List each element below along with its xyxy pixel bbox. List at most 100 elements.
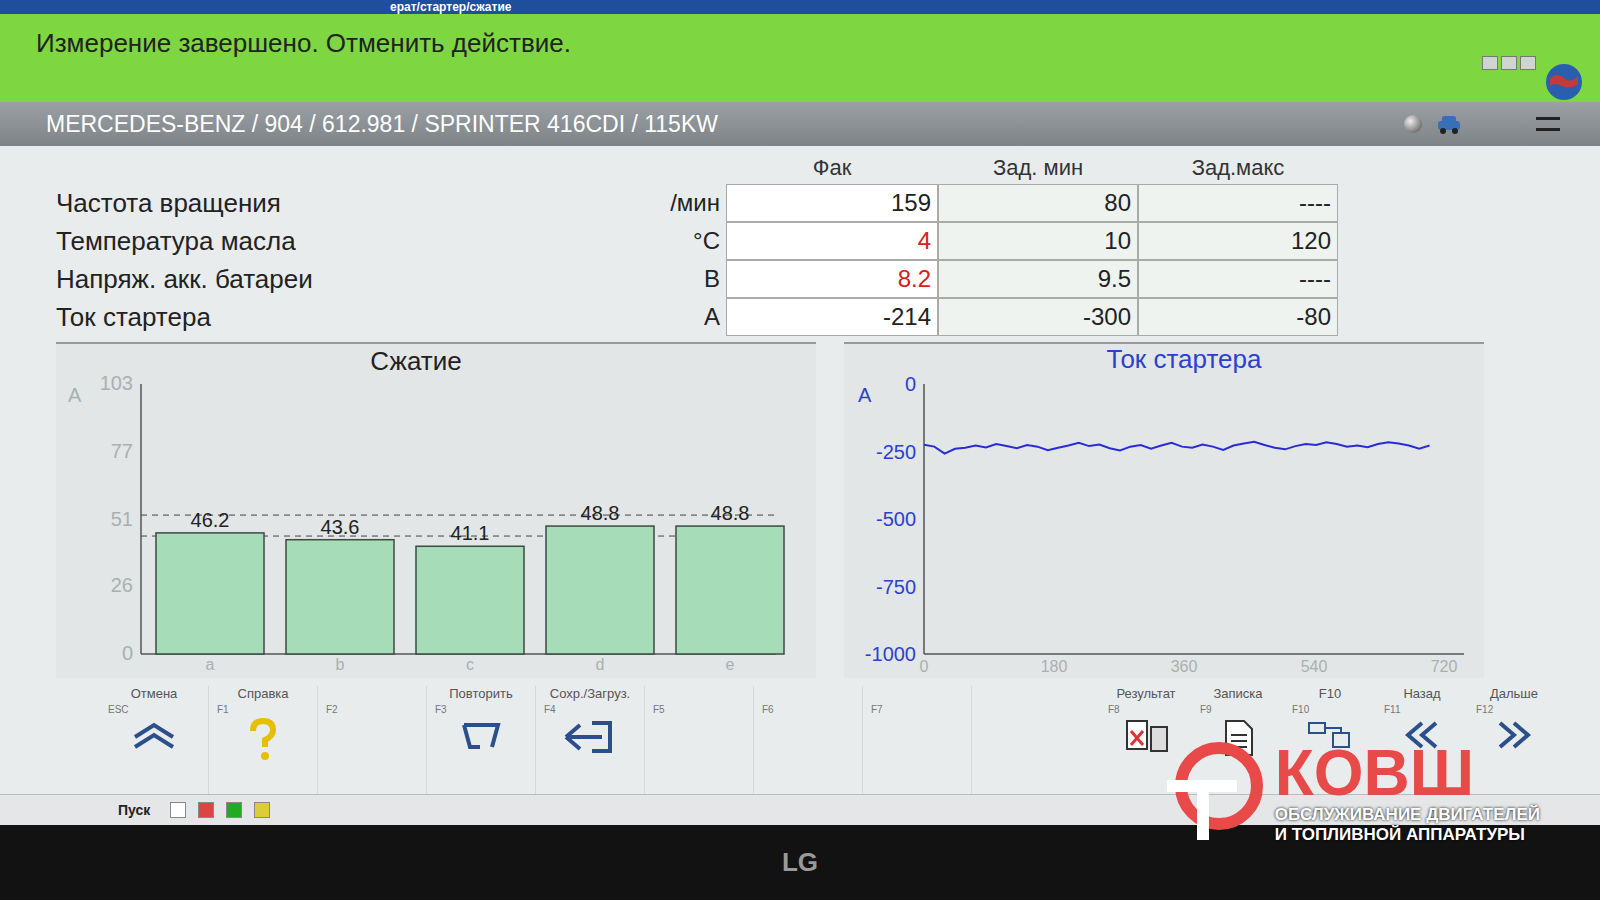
key-code: F6 (754, 704, 774, 715)
reference-line (141, 515, 776, 516)
start-button[interactable]: Пуск (110, 800, 158, 820)
row-name: Напряж. акк. батареи (56, 264, 656, 295)
status-ball-icon (1404, 115, 1422, 133)
row-unit: А (656, 303, 726, 331)
watermark-line: И ТОПЛИВНОЙ АППАРАТУРЫ (1275, 825, 1540, 845)
y-tick: 0 (905, 373, 916, 395)
function-key[interactable]: F7 (863, 686, 972, 794)
x-tick: 360 (1171, 658, 1198, 674)
compression-chart: СжатиеA103775126046.2a43.6b41.1c48.8d48.… (56, 342, 816, 678)
current-chart: Ток стартераA0-250-500-750-1000018036054… (844, 342, 1484, 678)
help-icon (243, 717, 283, 761)
function-key[interactable]: ЗапискаF9 (1192, 686, 1284, 794)
actual-value: 8.2 (726, 260, 938, 298)
key-label: Сохр./Загруз. (550, 686, 630, 702)
watermark: КОВШОБСЛУЖИВАНИЕ ДВИГАТЕЛЕЙИ ТОПЛИВНОЙ А… (1161, 738, 1540, 848)
y-tick: -500 (876, 508, 916, 530)
y-tick: -750 (876, 576, 916, 598)
column-header: Зад.макс (1138, 155, 1338, 181)
row-name: Частота вращения (56, 188, 656, 219)
menu-icon[interactable] (1536, 117, 1560, 131)
repeat-icon (456, 717, 506, 753)
bar-value: 46.2 (191, 509, 230, 531)
min-value: 10 (938, 222, 1138, 260)
y-tick: 77 (111, 440, 133, 462)
max-value: -80 (1138, 298, 1338, 336)
key-label: Отмена (131, 686, 178, 702)
status-banner: Измерение завершено. Отменить действие. (0, 14, 1600, 102)
actual-value: 4 (726, 222, 938, 260)
cancel-icon (129, 717, 179, 753)
minimize-icon[interactable] (1482, 56, 1498, 70)
globe-icon[interactable] (1544, 62, 1584, 102)
bar-label: a (206, 656, 215, 673)
table-row: Ток стартераА-214-300-80 (56, 298, 1560, 336)
key-code: F4 (536, 704, 556, 715)
app-icon[interactable] (198, 802, 214, 818)
compression-bar: 46.2 a (156, 509, 264, 673)
key-code: F5 (645, 704, 665, 715)
status-message: Измерение завершено. Отменить действие. (36, 22, 1482, 59)
function-key[interactable]: ОтменаESC (100, 686, 209, 794)
maximize-icon[interactable] (1501, 56, 1517, 70)
bar-value: 48.8 (711, 502, 750, 524)
actual-value: -214 (726, 298, 938, 336)
y-tick: 0 (122, 642, 133, 664)
function-key[interactable]: F2 (318, 686, 427, 794)
app-icon[interactable] (254, 802, 270, 818)
key-code: F3 (427, 704, 447, 715)
bar-value: 48.8 (581, 502, 620, 524)
key-label: Справка (238, 686, 289, 702)
key-label: F10 (1319, 686, 1341, 702)
compression-bar: 41.1 c (416, 522, 524, 673)
compression-bar: 48.8 e (676, 502, 784, 673)
function-key[interactable]: F5 (645, 686, 754, 794)
logo-icon (1161, 738, 1271, 848)
table-row: Температура масла°C410120 (56, 222, 1560, 260)
function-key[interactable]: F6 (754, 686, 863, 794)
key-label: Повторить (449, 686, 512, 702)
watermark-line: ОБСЛУЖИВАНИЕ ДВИГАТЕЛЕЙ (1275, 805, 1540, 825)
key-code: F7 (863, 704, 883, 715)
function-key[interactable]: Сохр./Загруз. F4 (536, 686, 645, 794)
max-value: ---- (1138, 184, 1338, 222)
close-icon[interactable] (1520, 56, 1536, 70)
axis-label: A (858, 384, 872, 406)
max-value: 120 (1138, 222, 1338, 260)
function-key[interactable]: ПовторитьF3 (427, 686, 536, 794)
key-code: F2 (318, 704, 338, 715)
vehicle-bar: MERCEDES-BENZ / 904 / 612.981 / SPRINTER… (0, 102, 1600, 146)
x-tick: 540 (1301, 658, 1328, 674)
watermark-logo: КОВШ (1275, 741, 1540, 805)
function-key[interactable]: Справка F1 (209, 686, 318, 794)
column-header: Зад. мин (938, 155, 1138, 181)
bar-value: 41.1 (451, 522, 490, 544)
min-value: -300 (938, 298, 1138, 336)
table-row: Напряж. акк. батареиВ8.29.5---- (56, 260, 1560, 298)
next-icon (1492, 717, 1536, 753)
axis-label: A (68, 384, 82, 406)
compression-bar: 43.6 b (286, 516, 394, 673)
bar-label: c (466, 656, 474, 673)
function-key[interactable]: ДальшеF12 (1468, 686, 1560, 794)
key-label: Результат (1116, 686, 1175, 702)
y-tick: 51 (111, 508, 133, 530)
result-icon (1121, 717, 1171, 759)
y-tick: 103 (100, 372, 133, 394)
x-tick: 180 (1041, 658, 1068, 674)
bar-label: e (726, 656, 735, 673)
min-value: 80 (938, 184, 1138, 222)
app-icon[interactable] (226, 802, 242, 818)
key-code: F12 (1468, 704, 1493, 715)
bar-label: b (336, 656, 345, 673)
car-icon[interactable] (1436, 113, 1462, 135)
table-row: Частота вращения/мин15980---- (56, 184, 1560, 222)
row-name: Ток стартера (56, 302, 656, 333)
bar-value: 43.6 (321, 516, 360, 538)
x-tick: 720 (1431, 658, 1458, 674)
key-code: F1 (209, 704, 229, 715)
key-code: ESC (100, 704, 129, 715)
desktop-icon[interactable] (170, 802, 186, 818)
chart-title: Сжатие (370, 346, 462, 376)
window-controls (1482, 56, 1536, 70)
